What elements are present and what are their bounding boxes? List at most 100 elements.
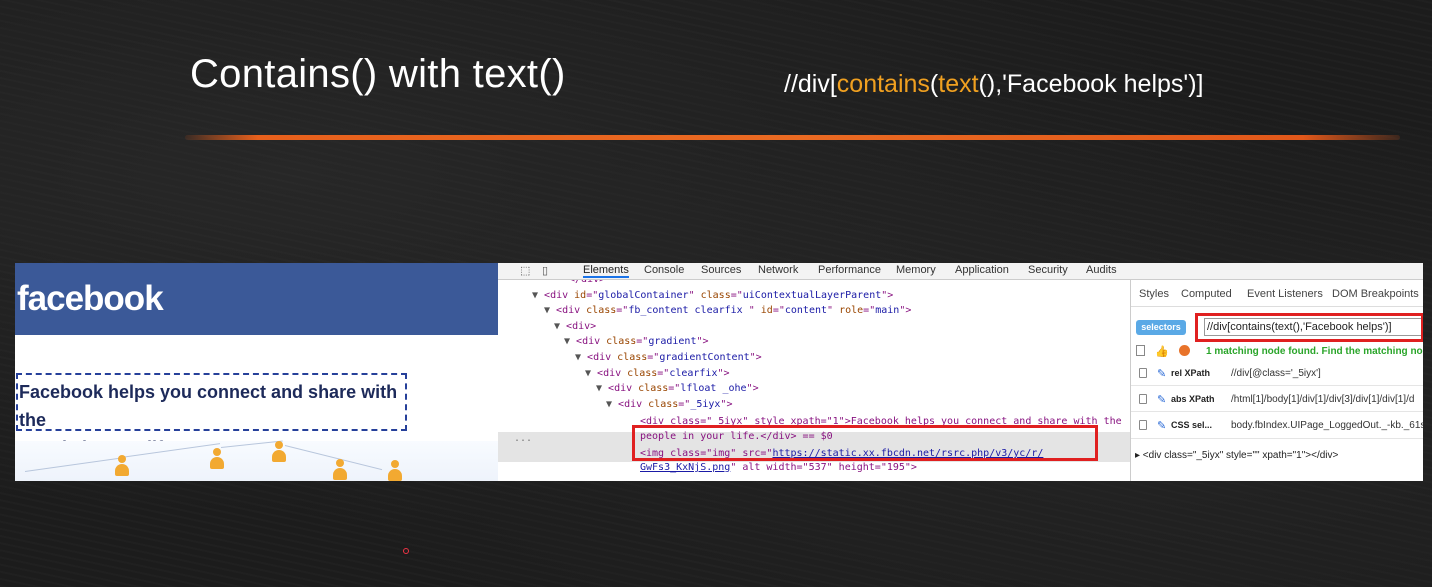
tab-network[interactable]: Network bbox=[758, 264, 798, 276]
expand-arrow-icon[interactable]: ▼ bbox=[585, 368, 597, 379]
dom-node-line[interactable]: ▼ <div id="globalContainer" class="uiCon… bbox=[532, 288, 893, 303]
laser-pointer-dot bbox=[403, 548, 409, 554]
tab-sources[interactable]: Sources bbox=[701, 264, 741, 276]
xpath-expression: //div[contains(text(),'Facebook helps')] bbox=[784, 70, 1203, 99]
dom-tag: > bbox=[752, 383, 759, 395]
screenshot-strip: facebook Facebook helps you connect and … bbox=[15, 263, 1423, 481]
node-ellipsis[interactable]: ... bbox=[514, 433, 532, 444]
dom-node-line[interactable]: ▼ <div> bbox=[554, 319, 596, 334]
tab-security[interactable]: Security bbox=[1028, 264, 1068, 276]
tab-styles[interactable]: Styles bbox=[1139, 288, 1169, 300]
result-row-rel-xpath[interactable]: ✎ rel XPath //div[@class='_5iyx'] bbox=[1139, 366, 1423, 382]
dom-attr-value: _5iyx bbox=[690, 398, 721, 410]
devtools-tab-bar: ⬚ ▯ Elements Console Sources Network Per… bbox=[498, 263, 1423, 280]
network-line bbox=[120, 443, 221, 458]
result-row-abs-xpath[interactable]: ✎ abs XPath /html[1]/body[1]/div[1]/div[… bbox=[1139, 392, 1423, 408]
edit-icon[interactable]: ✎ bbox=[1157, 367, 1166, 380]
expand-arrow-icon[interactable]: ▼ bbox=[564, 336, 576, 347]
copy-icon[interactable] bbox=[1139, 368, 1147, 378]
node-preview[interactable]: ▸ <div class="_5iyx" style="" xpath="1">… bbox=[1135, 450, 1338, 461]
edit-icon[interactable]: ✎ bbox=[1157, 393, 1166, 406]
copy-icon[interactable] bbox=[1139, 420, 1147, 430]
person-icon bbox=[210, 448, 224, 470]
tab-event-listeners[interactable]: Event Listeners bbox=[1247, 288, 1323, 300]
result-row-css-selector[interactable]: ✎ CSS sel... body.fbIndex.UIPage_LoggedO… bbox=[1139, 418, 1423, 434]
result-value: body.fbIndex.UIPage_LoggedOut._-kb._61s0… bbox=[1231, 420, 1423, 431]
dom-node-line[interactable]: ▼ <div class="gradient"> bbox=[564, 334, 709, 349]
thumbs-up-icon[interactable]: 👍 bbox=[1155, 345, 1169, 358]
expand-arrow-icon[interactable]: ▼ bbox=[596, 383, 608, 394]
dom-punct: =" bbox=[616, 305, 629, 317]
facebook-tagline: Facebook helps you connect and share wit… bbox=[16, 373, 407, 458]
dom-attr-name: class bbox=[700, 289, 731, 301]
firefox-icon[interactable] bbox=[1178, 344, 1190, 356]
img-attrs-text: " alt width="537" height="195"> bbox=[730, 462, 917, 473]
copy-icon[interactable] bbox=[1139, 394, 1147, 404]
tab-elements[interactable]: Elements bbox=[583, 264, 629, 278]
dom-punct: =" bbox=[668, 383, 681, 395]
dom-attr-value: uiContextualLayerParent bbox=[742, 289, 882, 301]
tab-audits[interactable]: Audits bbox=[1086, 264, 1117, 276]
dom-punct: =" bbox=[586, 289, 599, 301]
dom-punct: " bbox=[748, 305, 761, 317]
selectors-tab[interactable]: selectors bbox=[1136, 320, 1186, 335]
expand-arrow-icon[interactable]: ▼ bbox=[532, 290, 544, 301]
xpath-part: //div[ bbox=[784, 70, 837, 98]
expand-arrow-icon[interactable]: ▼ bbox=[606, 399, 618, 410]
facebook-logo[interactable]: facebook bbox=[17, 279, 164, 319]
xpath-part: ( bbox=[929, 70, 939, 98]
dom-node-line[interactable]: ▼ <div class="lfloat _ohe"> bbox=[596, 381, 759, 396]
dom-punct: =" bbox=[730, 289, 743, 301]
person-icon bbox=[388, 460, 402, 481]
person-icon bbox=[272, 441, 286, 463]
result-label: abs XPath bbox=[1171, 394, 1215, 404]
dom-node-line[interactable]: ▼ <div class="_5iyx"> bbox=[606, 397, 732, 412]
tab-performance[interactable]: Performance bbox=[818, 264, 881, 276]
dom-node-line[interactable]: ▼ <div class="fb_content clearfix " id="… bbox=[544, 303, 911, 318]
img-node-line[interactable]: GwFs3_KxNjS.png" alt width="537" height=… bbox=[640, 460, 917, 475]
dom-punct: " bbox=[688, 289, 701, 301]
dom-attr-value: clearfix bbox=[669, 367, 718, 379]
dom-tag: <div bbox=[556, 305, 587, 317]
network-line bbox=[24, 457, 125, 472]
img-src-link[interactable]: GwFs3_KxNjS.png bbox=[640, 462, 730, 473]
orange-divider bbox=[185, 135, 1400, 140]
dom-attr-name: class bbox=[606, 336, 637, 348]
highlight-box-xpath bbox=[1195, 313, 1423, 342]
tab-memory[interactable]: Memory bbox=[896, 264, 936, 276]
xpath-part-text: text bbox=[938, 70, 979, 98]
copy-icon[interactable] bbox=[1136, 344, 1145, 356]
inspect-element-icon[interactable]: ⬚ bbox=[520, 264, 530, 277]
dom-tag: > bbox=[905, 305, 912, 317]
edit-icon[interactable]: ✎ bbox=[1157, 419, 1166, 432]
dom-tag: <div bbox=[566, 320, 591, 332]
tab-dom-breakpoints[interactable]: DOM Breakpoints bbox=[1332, 288, 1419, 300]
dom-node-line[interactable]: ▼ <div class="clearfix"> bbox=[585, 366, 730, 381]
dom-node-line[interactable]: </div> bbox=[569, 280, 605, 287]
device-toolbar-icon[interactable]: ▯ bbox=[542, 264, 548, 277]
expand-arrow-icon[interactable]: ▼ bbox=[544, 305, 556, 316]
facebook-page: facebook Facebook helps you connect and … bbox=[15, 263, 498, 481]
expand-arrow-icon[interactable]: ▼ bbox=[554, 321, 566, 332]
result-value: //div[@class='_5iyx'] bbox=[1231, 368, 1321, 379]
dom-punct: " bbox=[827, 305, 840, 317]
dom-tag: > bbox=[702, 336, 709, 348]
expand-arrow-icon[interactable]: ▼ bbox=[575, 352, 587, 363]
dom-tag: </div> bbox=[569, 280, 605, 285]
dom-tag: <div bbox=[587, 352, 618, 363]
tab-console[interactable]: Console bbox=[644, 264, 684, 276]
dom-attr-value: gradient bbox=[648, 336, 697, 348]
tab-application[interactable]: Application bbox=[955, 264, 1009, 276]
tagline-line: Facebook helps you connect and share wit… bbox=[19, 382, 398, 430]
sidebar-tab-bar: Styles Computed Event Listeners DOM Brea… bbox=[1131, 280, 1423, 307]
tab-computed[interactable]: Computed bbox=[1181, 288, 1232, 300]
dom-tag: <div bbox=[608, 383, 639, 395]
dom-tag: <div bbox=[544, 289, 575, 301]
match-count-text: 1 matching node found. Find the matching… bbox=[1206, 346, 1423, 357]
dom-punct: =" bbox=[647, 352, 660, 363]
dom-tag: <div bbox=[597, 367, 628, 379]
dom-punct: =" bbox=[863, 305, 876, 317]
highlight-box-node bbox=[632, 425, 1098, 461]
dom-tag: > bbox=[755, 352, 762, 363]
dom-node-line[interactable]: ▼ <div class="gradientContent"> bbox=[575, 350, 762, 365]
